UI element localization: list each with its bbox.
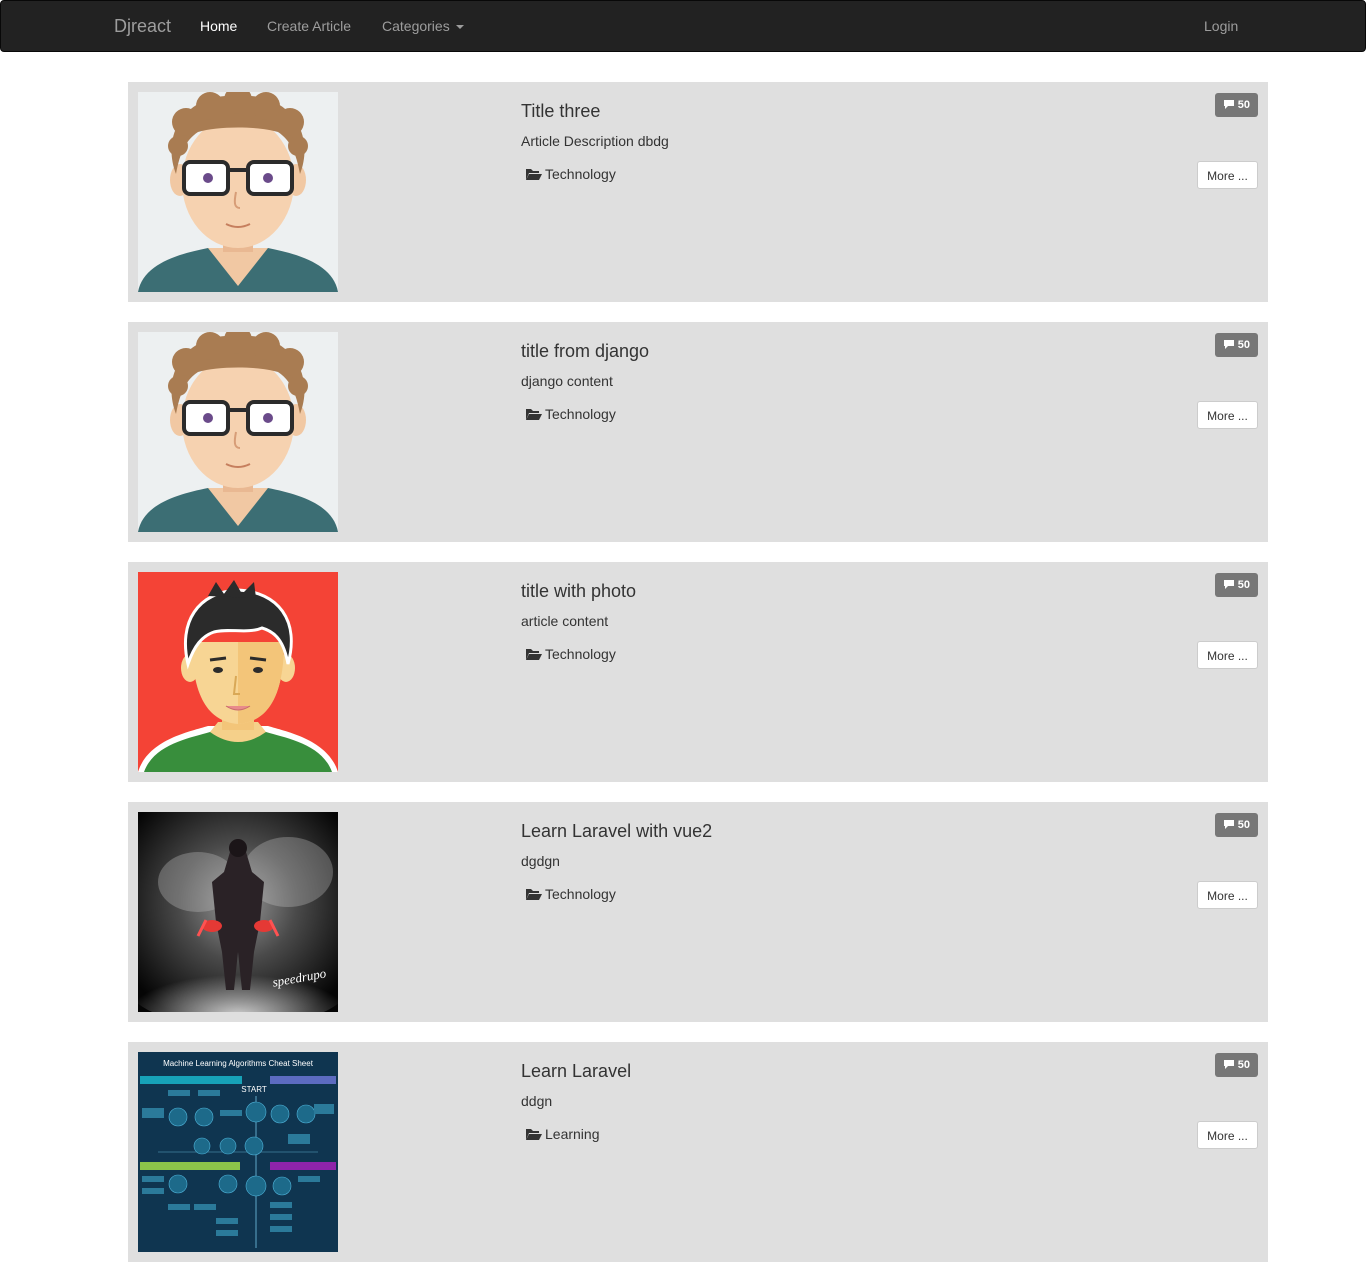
- comment-count-badge: 50: [1214, 333, 1258, 359]
- top-navbar: Djreact Home Create Article Categories L…: [0, 0, 1366, 52]
- comment-count-badge: 50: [1214, 1053, 1258, 1079]
- article-category-label: Technology: [545, 886, 616, 902]
- nav-categories-dropdown[interactable]: Categories: [382, 18, 464, 34]
- comment-count-badge: 50: [1214, 573, 1258, 599]
- comment-icon: [1223, 1055, 1235, 1079]
- comment-count: 50: [1237, 99, 1250, 111]
- nav-login[interactable]: Login: [1204, 18, 1238, 34]
- article-card: title from django django content Technol…: [128, 322, 1268, 542]
- article-card: Title three Article Description dbdg Tec…: [128, 82, 1268, 302]
- article-title: Learn Laravel with vue2: [521, 821, 713, 841]
- nav-home[interactable]: Home: [200, 18, 237, 34]
- comment-icon: [1223, 95, 1235, 119]
- article-description: Article Description dbdg: [521, 133, 669, 149]
- article-thumbnail-curly-avatar: [138, 92, 338, 292]
- article-card: Machine Learning Algorithms Cheat Sheet …: [128, 1042, 1268, 1262]
- comment-icon: [1223, 575, 1235, 599]
- article-title: Title three: [521, 101, 601, 121]
- nav-create-article[interactable]: Create Article: [267, 18, 351, 34]
- article-category-label: Learning: [545, 1126, 600, 1142]
- folder-open-icon: [525, 407, 543, 424]
- more-button[interactable]: More ...: [1197, 641, 1258, 669]
- comment-count-badge: 50: [1214, 813, 1258, 839]
- article-thumbnail-ml-cheat-sheet: Machine Learning Algorithms Cheat Sheet …: [138, 1052, 338, 1252]
- article-thumbnail-curly-avatar: [138, 332, 338, 532]
- folder-open-icon: [525, 167, 543, 184]
- comment-icon: [1223, 335, 1235, 359]
- article-card: speedrupo Learn Laravel with vue2 dgdgn …: [128, 802, 1268, 1022]
- more-button[interactable]: More ...: [1197, 1121, 1258, 1149]
- article-description: ddgn: [521, 1093, 553, 1109]
- article-description: django content: [521, 373, 613, 389]
- cheatsheet-start: START: [241, 1085, 267, 1094]
- article-category-label: Technology: [545, 406, 616, 422]
- article-thumbnail-warrior-artwork: speedrupo: [138, 812, 338, 1012]
- comment-count: 50: [1237, 579, 1250, 591]
- folder-open-icon: [525, 1127, 543, 1144]
- brand-link[interactable]: Djreact: [114, 16, 171, 37]
- article-title: title with photo: [521, 581, 637, 601]
- article-category: Learning: [525, 1126, 600, 1144]
- article-category: Technology: [525, 166, 616, 184]
- article-category: Technology: [525, 886, 616, 904]
- comment-count: 50: [1237, 819, 1250, 831]
- article-title: Learn Laravel: [521, 1061, 632, 1081]
- comment-count-badge: 50: [1214, 93, 1258, 119]
- article-category: Technology: [525, 646, 616, 664]
- more-button[interactable]: More ...: [1197, 161, 1258, 189]
- article-category-label: Technology: [545, 646, 616, 662]
- more-button[interactable]: More ...: [1197, 881, 1258, 909]
- chevron-down-icon: [455, 25, 464, 30]
- folder-open-icon: [525, 647, 543, 664]
- article-thumbnail-boy-avatar: [138, 572, 338, 772]
- comment-count: 50: [1237, 1059, 1250, 1071]
- comment-count: 50: [1237, 339, 1250, 351]
- folder-open-icon: [525, 887, 543, 904]
- nav-categories-label: Categories: [382, 18, 450, 34]
- article-card: title with photo article content Technol…: [128, 562, 1268, 782]
- comment-icon: [1223, 815, 1235, 839]
- article-title: title from django: [521, 341, 650, 361]
- more-button[interactable]: More ...: [1197, 401, 1258, 429]
- article-category: Technology: [525, 406, 616, 424]
- article-description: article content: [521, 613, 609, 629]
- article-description: dgdgn: [521, 853, 560, 869]
- article-category-label: Technology: [545, 166, 616, 182]
- cheatsheet-title: Machine Learning Algorithms Cheat Sheet: [163, 1059, 314, 1068]
